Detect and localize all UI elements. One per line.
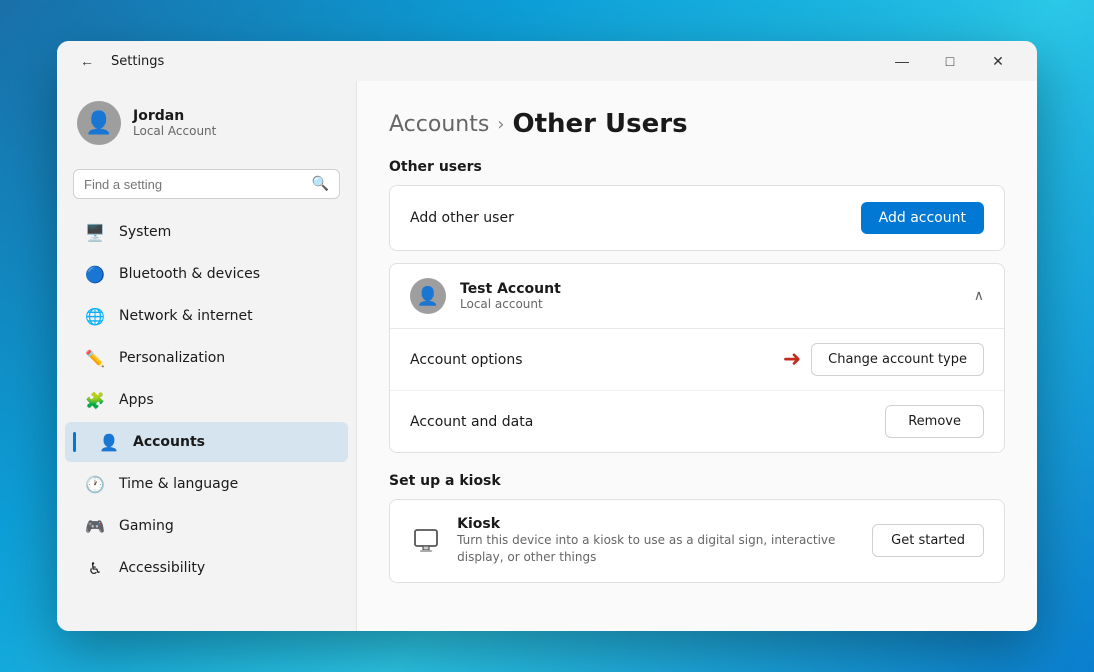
- sidebar-item-label: Apps: [119, 392, 154, 408]
- personalization-icon: ✏️: [85, 348, 105, 368]
- accessibility-icon: ♿: [85, 558, 105, 578]
- add-account-button[interactable]: Add account: [861, 202, 984, 234]
- kiosk-info: Kiosk Turn this device into a kiosk to u…: [457, 516, 872, 566]
- titlebar-left: ← Settings: [73, 47, 164, 75]
- sidebar-item-label: Accounts: [133, 434, 205, 450]
- sidebar: 👤 Jordan Local Account 🔍 🖥️ System 🔵 Blu…: [57, 81, 357, 631]
- remove-button[interactable]: Remove: [885, 405, 984, 438]
- sidebar-item-gaming[interactable]: 🎮 Gaming: [65, 506, 348, 546]
- back-button[interactable]: ←: [73, 47, 101, 75]
- account-data-label: Account and data: [410, 414, 533, 430]
- search-icon: 🔍: [312, 176, 329, 192]
- account-options-row: Account options ➜ Change account type: [390, 329, 1004, 391]
- sidebar-item-bluetooth[interactable]: 🔵 Bluetooth & devices: [65, 254, 348, 294]
- test-account-left: 👤 Test Account Local account: [410, 278, 561, 314]
- close-button[interactable]: ✕: [975, 45, 1021, 77]
- sidebar-item-label: Gaming: [119, 518, 174, 534]
- search-input[interactable]: [84, 177, 304, 192]
- add-user-label: Add other user: [410, 210, 514, 226]
- maximize-button[interactable]: □: [927, 45, 973, 77]
- system-icon: 🖥️: [85, 222, 105, 242]
- breadcrumb-current: Other Users: [513, 109, 688, 139]
- kiosk-left: Kiosk Turn this device into a kiosk to u…: [410, 516, 872, 566]
- kiosk-icon: [410, 523, 441, 559]
- kiosk-section-title: Set up a kiosk: [389, 473, 1005, 489]
- main-layout: 👤 Jordan Local Account 🔍 🖥️ System 🔵 Blu…: [57, 81, 1037, 631]
- kiosk-row: Kiosk Turn this device into a kiosk to u…: [390, 500, 1004, 582]
- test-account-info: Test Account Local account: [460, 281, 561, 311]
- test-account-header[interactable]: 👤 Test Account Local account ∧: [390, 264, 1004, 328]
- sidebar-item-label: Accessibility: [119, 560, 205, 576]
- sidebar-item-accessibility[interactable]: ♿ Accessibility: [65, 548, 348, 588]
- add-user-card: Add other user Add account: [389, 185, 1005, 251]
- test-account-avatar-icon: 👤: [417, 286, 439, 307]
- kiosk-section: Set up a kiosk: [389, 473, 1005, 583]
- titlebar: ← Settings — □ ✕: [57, 41, 1037, 81]
- test-account-name: Test Account: [460, 281, 561, 297]
- test-account-avatar: 👤: [410, 278, 446, 314]
- sidebar-item-label: System: [119, 224, 171, 240]
- sidebar-item-time[interactable]: 🕐 Time & language: [65, 464, 348, 504]
- test-account-card: 👤 Test Account Local account ∧ Account o…: [389, 263, 1005, 453]
- test-account-expanded: Account options ➜ Change account type Ac…: [390, 328, 1004, 452]
- sidebar-item-apps[interactable]: 🧩 Apps: [65, 380, 348, 420]
- content-area: Accounts › Other Users Other users Add o…: [357, 81, 1037, 631]
- sidebar-item-system[interactable]: 🖥️ System: [65, 212, 348, 252]
- time-icon: 🕐: [85, 474, 105, 494]
- apps-icon: 🧩: [85, 390, 105, 410]
- account-data-row: Account and data Remove: [390, 391, 1004, 452]
- window-controls: — □ ✕: [879, 45, 1021, 77]
- sidebar-item-personalization[interactable]: ✏️ Personalization: [65, 338, 348, 378]
- kiosk-card: Kiosk Turn this device into a kiosk to u…: [389, 499, 1005, 583]
- network-icon: 🌐: [85, 306, 105, 326]
- breadcrumb: Accounts › Other Users: [389, 109, 1005, 139]
- sidebar-item-accounts[interactable]: 👤 Accounts: [65, 422, 348, 462]
- user-info: Jordan Local Account: [133, 108, 216, 138]
- user-account-type: Local Account: [133, 124, 216, 138]
- accounts-icon: 👤: [99, 432, 119, 452]
- account-options-label: Account options: [410, 352, 523, 368]
- gaming-icon: 🎮: [85, 516, 105, 536]
- settings-window: ← Settings — □ ✕ 👤 Jordan Local Account: [57, 41, 1037, 631]
- breadcrumb-separator: ›: [497, 114, 504, 135]
- sidebar-item-label: Time & language: [119, 476, 238, 492]
- sidebar-item-network[interactable]: 🌐 Network & internet: [65, 296, 348, 336]
- kiosk-name: Kiosk: [457, 516, 872, 532]
- sidebar-item-label: Personalization: [119, 350, 225, 366]
- avatar-icon: 👤: [85, 111, 112, 136]
- kiosk-description: Turn this device into a kiosk to use as …: [457, 532, 872, 566]
- other-users-section-title: Other users: [389, 159, 1005, 175]
- sidebar-item-label: Network & internet: [119, 308, 253, 324]
- window-title: Settings: [111, 54, 164, 69]
- get-started-button[interactable]: Get started: [872, 524, 984, 557]
- change-account-type-button[interactable]: Change account type: [811, 343, 984, 376]
- user-profile: 👤 Jordan Local Account: [57, 89, 356, 165]
- avatar: 👤: [77, 101, 121, 145]
- search-box[interactable]: 🔍: [73, 169, 340, 199]
- breadcrumb-parent[interactable]: Accounts: [389, 112, 489, 137]
- bluetooth-icon: 🔵: [85, 264, 105, 284]
- chevron-up-icon: ∧: [974, 288, 984, 304]
- user-name: Jordan: [133, 108, 216, 124]
- add-user-row: Add other user Add account: [390, 186, 1004, 250]
- minimize-button[interactable]: —: [879, 45, 925, 77]
- test-account-type: Local account: [460, 297, 561, 311]
- sidebar-item-label: Bluetooth & devices: [119, 266, 260, 282]
- arrow-container: ➜ Change account type: [783, 343, 984, 376]
- active-indicator: [73, 432, 76, 452]
- red-arrow-icon: ➜: [783, 347, 801, 372]
